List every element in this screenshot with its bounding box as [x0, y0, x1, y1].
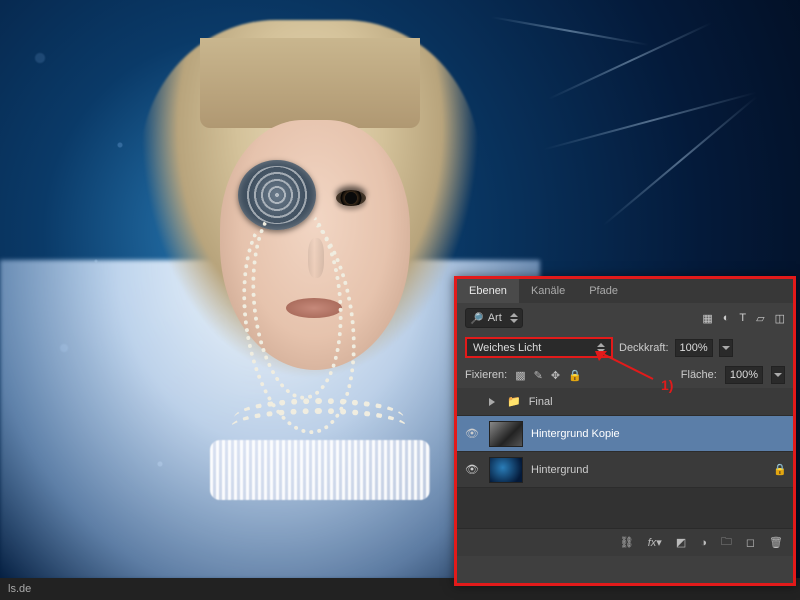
layers-panel-footer: ⛓ fx▾ ◩ ◑ 🗀 ◻ 🗑 [457, 528, 793, 556]
group-name[interactable]: Final [529, 396, 787, 408]
blend-mode-dropdown[interactable]: Weiches Licht [465, 337, 613, 358]
layer-row[interactable]: 👁 Hintergrund Kopie [457, 416, 793, 452]
lace-collar [210, 440, 430, 500]
tab-paths[interactable]: Pfade [577, 279, 630, 303]
link-layers-icon[interactable]: ⛓ [620, 536, 634, 549]
fill-dropdown[interactable] [771, 366, 785, 384]
search-icon: 🔎 [470, 312, 484, 325]
lock-icon: 🔒 [773, 463, 787, 476]
annotation-label: 1) [661, 377, 673, 393]
blend-mode-value: Weiches Licht [473, 342, 541, 354]
layer-group[interactable]: 📁 Final [457, 388, 793, 416]
layer-filter-bar: 🔎 Art ▦ ◐ T ▱ ◫ [457, 303, 793, 333]
layer-name[interactable]: Hintergrund Kopie [531, 428, 787, 440]
light-streak [603, 96, 757, 226]
tab-channels[interactable]: Kanäle [519, 279, 577, 303]
layers-panel: Ebenen Kanäle Pfade 🔎 Art ▦ ◐ T ▱ ◫ Weic… [454, 276, 796, 586]
visibility-toggle[interactable]: 👁 [463, 463, 481, 476]
filter-label: Art [488, 312, 502, 324]
filter-type-icon[interactable]: T [739, 312, 746, 325]
filter-type-dropdown[interactable]: 🔎 Art [465, 308, 523, 328]
folder-icon: 📁 [507, 395, 521, 408]
layer-thumbnail[interactable] [489, 457, 523, 483]
delete-layer-icon[interactable]: 🗑 [769, 536, 783, 549]
filter-smart-icon[interactable]: ◫ [775, 312, 785, 325]
portrait-bangs [200, 38, 420, 128]
layer-list: 📁 Final 👁 Hintergrund Kopie 👁 Hintergrun… [457, 388, 793, 528]
tab-layers[interactable]: Ebenen [457, 279, 519, 303]
filter-shape-icon[interactable]: ▱ [756, 312, 764, 325]
fill-value: 100% [730, 369, 758, 381]
lock-position-icon[interactable]: ✥ [551, 369, 560, 382]
opacity-dropdown[interactable] [719, 339, 733, 357]
lock-transparent-icon[interactable]: ▩ [515, 369, 525, 382]
filter-adjustment-icon[interactable]: ◐ [723, 312, 730, 325]
disclosure-triangle-icon[interactable] [489, 398, 495, 406]
layer-thumbnail[interactable] [489, 421, 523, 447]
portrait-eye [336, 190, 366, 206]
layer-style-icon[interactable]: fx▾ [648, 536, 662, 549]
lock-pixels-icon[interactable]: ✎ [534, 369, 543, 382]
layer-row[interactable]: 👁 Hintergrund 🔒 [457, 452, 793, 488]
light-streak [491, 16, 649, 46]
layer-name[interactable]: Hintergrund [531, 464, 765, 476]
panel-tabs: Ebenen Kanäle Pfade [457, 279, 793, 303]
fill-label: Fläche: [681, 369, 717, 381]
new-layer-icon[interactable]: ◻ [746, 536, 755, 549]
opacity-field[interactable]: 100% [675, 339, 713, 357]
light-streak [548, 22, 712, 100]
lock-all-icon[interactable]: 🔒 [568, 369, 582, 382]
filter-pixel-icon[interactable]: ▦ [702, 312, 712, 325]
status-text: ls.de [8, 583, 31, 595]
fill-field[interactable]: 100% [725, 366, 763, 384]
annotation-arrow [595, 351, 665, 381]
layer-list-empty [457, 488, 793, 528]
new-group-icon[interactable]: 🗀 [721, 533, 732, 552]
lock-label: Fixieren: [465, 369, 507, 381]
layer-mask-icon[interactable]: ◩ [676, 536, 686, 549]
filter-stepper[interactable] [510, 313, 518, 323]
visibility-toggle[interactable]: 👁 [463, 427, 481, 440]
adjustment-layer-icon[interactable]: ◑ [700, 537, 707, 549]
opacity-value: 100% [680, 342, 708, 354]
